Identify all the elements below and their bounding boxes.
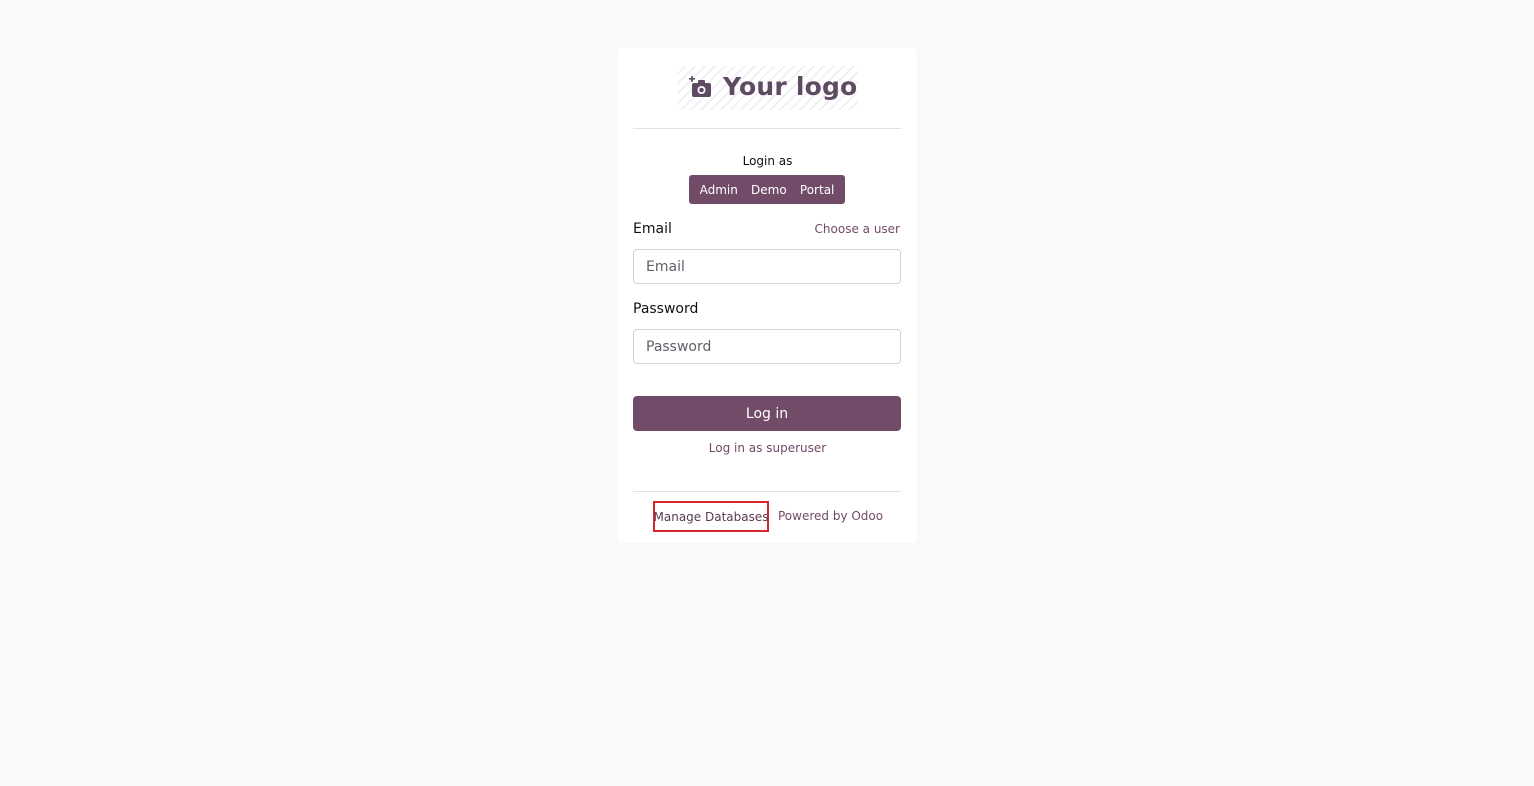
login-as-demo-button[interactable]: Demo bbox=[751, 183, 787, 197]
login-as-button-group: Admin Demo Portal bbox=[689, 175, 845, 204]
login-card: Your logo Login as Admin Demo Portal Ema… bbox=[618, 48, 917, 543]
logo: Your logo bbox=[677, 66, 858, 110]
email-label: Email bbox=[633, 221, 672, 237]
login-button[interactable]: Log in bbox=[633, 396, 901, 431]
footer-divider bbox=[633, 491, 901, 492]
manage-databases-link[interactable]: Manage Databases bbox=[653, 501, 769, 532]
password-label: Password bbox=[633, 301, 699, 317]
header-divider bbox=[633, 128, 901, 129]
login-as-portal-button[interactable]: Portal bbox=[800, 183, 834, 197]
password-input[interactable] bbox=[633, 329, 901, 364]
login-as-superuser-link[interactable]: Log in as superuser bbox=[618, 441, 917, 455]
logo-text: Your logo bbox=[723, 72, 858, 101]
login-as-admin-button[interactable]: Admin bbox=[700, 183, 738, 197]
choose-user-link[interactable]: Choose a user bbox=[815, 222, 900, 236]
powered-by-odoo-link[interactable]: Powered by Odoo bbox=[778, 509, 883, 523]
email-input[interactable] bbox=[633, 249, 901, 284]
login-as-label: Login as bbox=[742, 154, 793, 168]
camera-plus-icon bbox=[689, 76, 711, 97]
